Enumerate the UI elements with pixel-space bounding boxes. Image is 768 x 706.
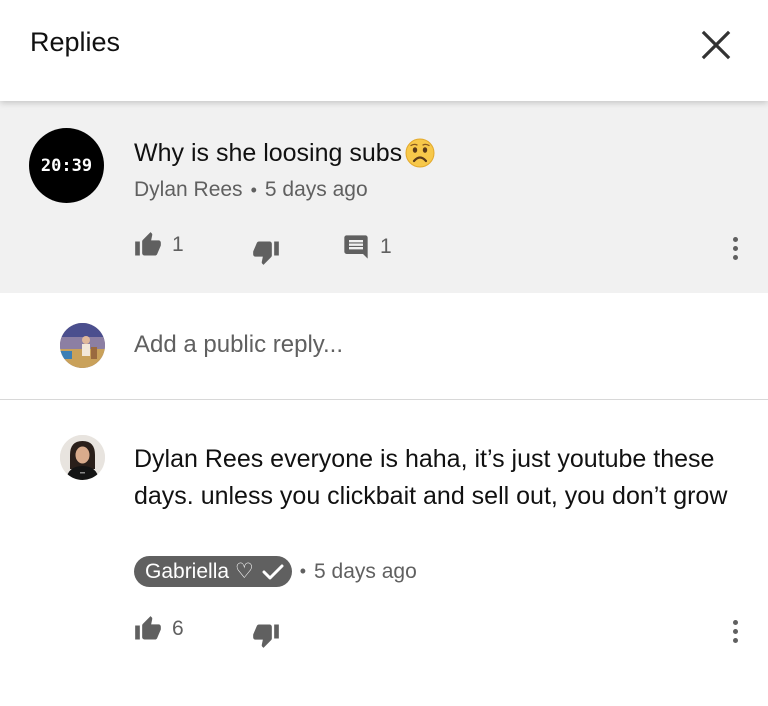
meta-separator: • [250, 179, 257, 200]
avatar-clock-text: 20:39 [40, 155, 93, 176]
like-count: 1 [172, 233, 184, 256]
add-reply-section [0, 293, 768, 400]
dislike-button[interactable] [252, 238, 280, 266]
thumbs-up-icon [135, 232, 161, 256]
comment-body: Why is she loosing subs [134, 138, 403, 167]
comment-meta: Dylan Rees • 5 days ago [134, 178, 368, 202]
comment-author: Gabriella ♡ [145, 560, 254, 583]
more-options-button[interactable] [725, 228, 745, 268]
reply-comment: Dylan Rees everyone is haha, it’s just y… [0, 401, 768, 706]
user-avatar-image [60, 323, 105, 368]
avatar[interactable] [60, 323, 105, 368]
frowning-face-emoji-icon [405, 138, 435, 168]
comment-meta: Gabriella ♡ • 5 days ago [134, 556, 417, 587]
user-avatar-image [60, 435, 105, 480]
verified-check-icon [262, 564, 284, 579]
page-title: Replies [30, 27, 121, 57]
thumbs-down-icon [253, 241, 279, 265]
more-vert-icon [732, 619, 738, 625]
meta-separator: • [299, 561, 307, 581]
author-badge[interactable]: Gabriella ♡ [134, 556, 292, 587]
comment-time: 5 days ago [314, 559, 417, 583]
more-vert-icon [732, 236, 738, 242]
reply-input[interactable] [134, 331, 694, 359]
comment-body: Dylan Rees everyone is haha, it’s just y… [134, 445, 728, 510]
avatar[interactable]: 20:39 [29, 128, 104, 203]
more-options-button[interactable] [725, 611, 745, 651]
like-count: 6 [172, 617, 184, 640]
parent-comment: 20:39 Why is she loosing subs Dylan Rees… [0, 101, 768, 293]
like-button[interactable]: 6 [134, 615, 184, 643]
avatar[interactable] [60, 435, 105, 480]
dislike-button[interactable] [252, 621, 280, 649]
reply-count: 1 [380, 235, 392, 258]
comment-icon [344, 235, 368, 259]
comment-time: 5 days ago [264, 178, 368, 201]
thumbs-up-icon [135, 616, 161, 640]
close-icon [701, 30, 731, 60]
close-button[interactable] [695, 24, 737, 66]
comment-text: Why is she loosing subs [134, 137, 436, 169]
comment-author[interactable]: Dylan Rees [134, 178, 243, 202]
replies-header: Replies [0, 0, 768, 101]
like-button[interactable]: 1 [134, 231, 184, 259]
thumbs-down-icon [253, 624, 279, 648]
reply-button[interactable]: 1 [342, 233, 392, 261]
